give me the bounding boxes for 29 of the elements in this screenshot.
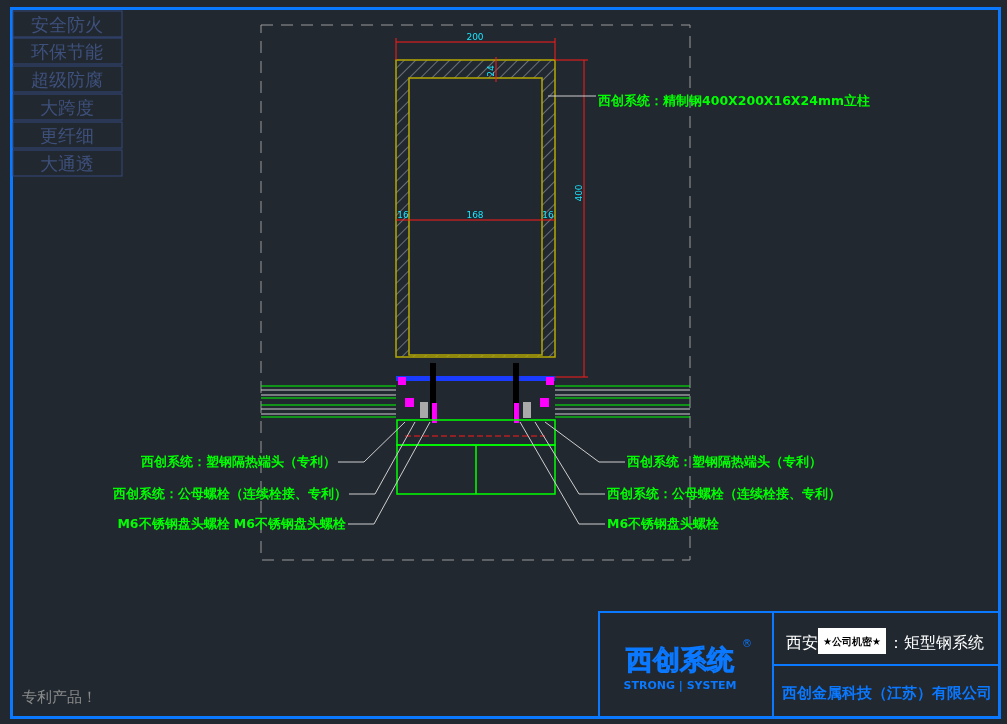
dimension-label: 168 [466,210,484,220]
logo-subtitle: STRONG | SYSTEM [623,679,737,692]
drawing-title-prefix: 西安 [786,633,818,652]
feature-tag: 安全防火 [12,10,123,38]
callout-label: 西创系统：公母螺栓（连续栓接、专利） [113,486,347,501]
leader-line [547,95,597,97]
callout-label: 西创系统：塑钢隔热端头（专利） [627,454,822,469]
feature-tag: 环保节能 [12,37,123,65]
dimension-label: 16 [397,210,409,220]
callout-label: M6不锈钢盘头螺栓 [607,516,720,531]
feature-tag: 大通透 [12,149,123,177]
registered-mark: ® [742,638,752,649]
footer-note: 专利产品！ [22,688,97,706]
logo-text: 西创系统 [626,644,734,675]
company-name: 西创金属科技（江苏）有限公司 [782,685,992,701]
dimension-label: 24 [486,65,496,77]
callout-label: M6不锈钢盘头螺栓 M6不锈钢盘头螺栓 [117,516,346,531]
drawing-title: ：矩型钢系统 [888,633,984,652]
dimension-label: 400 [574,184,584,202]
confidential-label: ★公司机密★ [823,636,881,647]
dimension-label: 16 [542,210,554,220]
callout-label: 西创系统：精制钢400X200X16X24mm立柱 [598,93,870,108]
callout-label: 西创系统：塑钢隔热端头（专利） [141,454,336,469]
feature-tag: 超级防腐 [12,65,123,93]
feature-tag: 大跨度 [12,93,123,121]
dimension-label: 200 [466,32,484,42]
feature-tag: 更纤细 [12,121,123,149]
callout-label: 西创系统：公母螺栓（连续栓接、专利） [607,486,841,501]
label-background [818,628,886,654]
